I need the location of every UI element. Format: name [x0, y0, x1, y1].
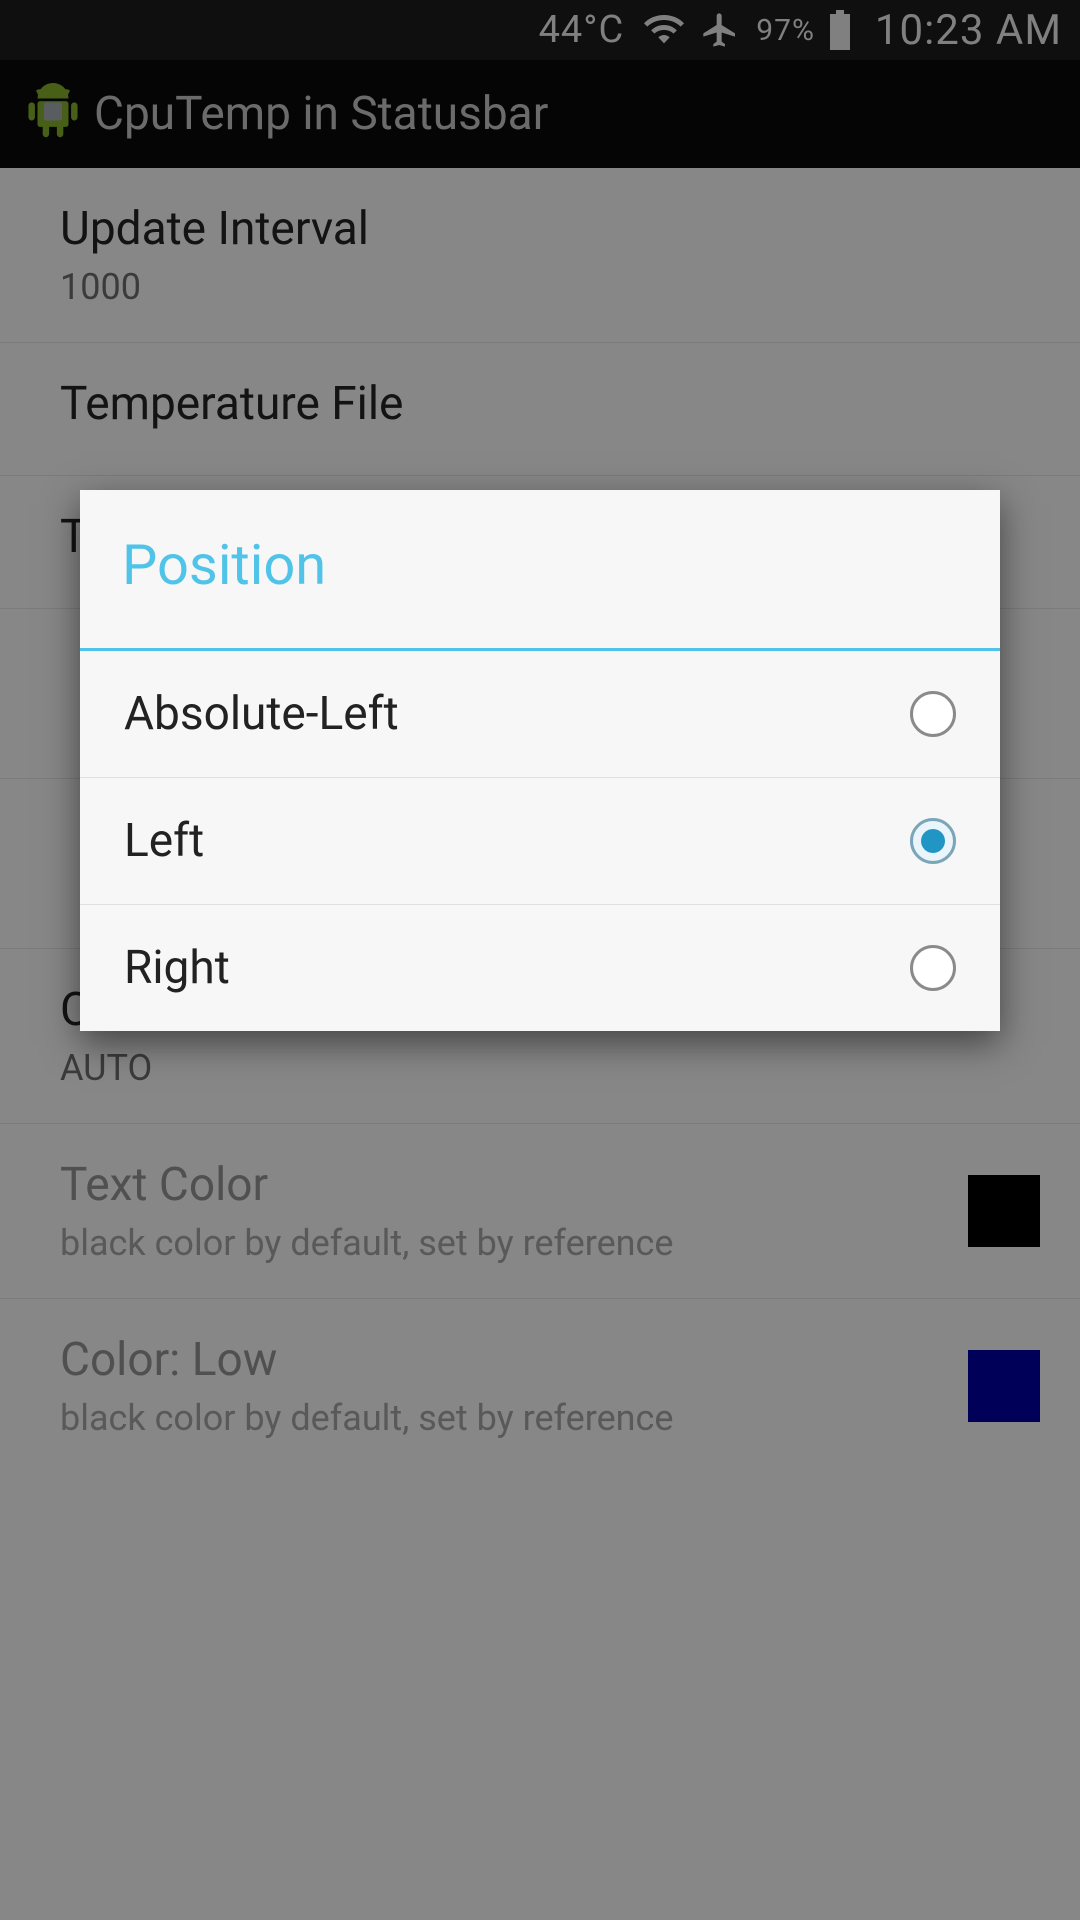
- dialog-scrim[interactable]: Position Absolute-Left Left Right: [0, 0, 1080, 1920]
- option-label: Right: [124, 941, 230, 995]
- option-absolute-left[interactable]: Absolute-Left: [80, 651, 1000, 778]
- dialog-header: Position: [80, 490, 1000, 651]
- option-label: Left: [124, 814, 204, 868]
- option-right[interactable]: Right: [80, 905, 1000, 1031]
- radio-icon: [910, 691, 956, 737]
- radio-icon: [910, 818, 956, 864]
- dialog-title: Position: [122, 532, 958, 598]
- position-dialog: Position Absolute-Left Left Right: [80, 490, 1000, 1031]
- option-left[interactable]: Left: [80, 778, 1000, 905]
- radio-icon: [910, 945, 956, 991]
- option-label: Absolute-Left: [124, 687, 399, 741]
